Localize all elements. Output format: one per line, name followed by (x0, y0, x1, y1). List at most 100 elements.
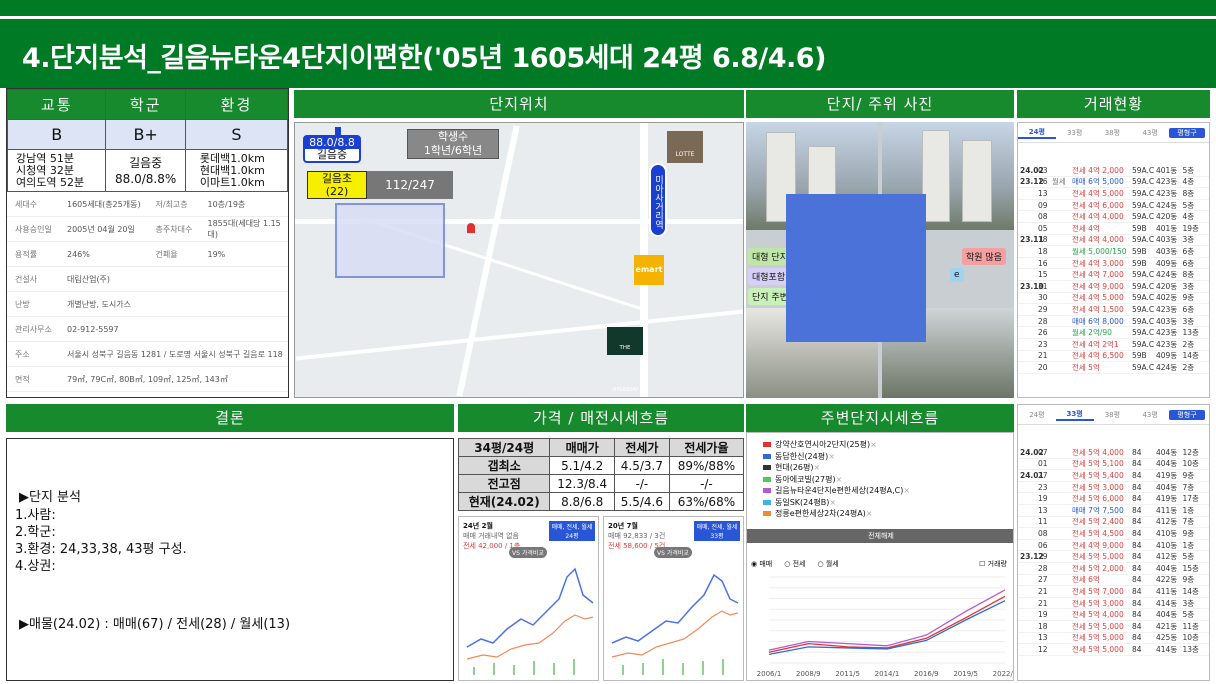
clear-all-button[interactable]: 전체해제 (747, 529, 1013, 543)
close-icon[interactable]: × (814, 463, 821, 472)
price-cell: 63%/68% (668, 492, 745, 511)
trade-tab[interactable]: 24평 (1018, 127, 1056, 139)
trade-tab[interactable]: 33평 (1055, 409, 1094, 421)
size-filter-button[interactable]: 평형구 (1169, 409, 1205, 420)
trade-tab[interactable]: 43평 (1131, 410, 1169, 420)
info-cell: 저/최고층 (155, 199, 188, 209)
trade-cell: 84 (1132, 459, 1142, 469)
trade-cell: 409동 (1156, 351, 1178, 361)
legend-item[interactable]: 동답한신(24평) × (747, 451, 1013, 463)
volume-toggle[interactable]: ☐ 거래량 (979, 559, 1007, 569)
trade-cell: 420동 (1156, 281, 1178, 291)
trade-cell: 423동 (1156, 177, 1178, 187)
close-icon[interactable]: × (870, 440, 877, 449)
trade-cell: 19 (1038, 494, 1048, 504)
trade-row: 11 전세 5억 2,400 84 412동 7층 (1018, 517, 1209, 529)
mini-chart-filter-button[interactable]: 매매, 전세, 월세 24평 (549, 521, 595, 541)
info-cell: 1605세대(총25개동) (67, 199, 141, 209)
x-tick-label: 2011/5 (835, 670, 860, 678)
trade-cell: 414동 (1156, 644, 1178, 654)
legend-item[interactable]: 동일SK(24평B) × (747, 497, 1013, 509)
trade-cell: 4층 (1182, 177, 1195, 187)
school-line: 길음중 (129, 155, 163, 170)
trade-cell: 전세 4억 7,000 (1072, 270, 1124, 280)
section-photos-header: 단지/ 주위 사진 (746, 90, 1014, 118)
trade-tab[interactable]: 38평 (1094, 410, 1132, 420)
info-cell: 건설사 (15, 274, 38, 284)
mini-chart-date: 24년 2월 (463, 522, 493, 530)
trade-cell: 03 (1038, 165, 1048, 175)
close-icon[interactable]: × (828, 452, 835, 461)
trade-cell: 84 (1132, 540, 1142, 550)
trade-cell: 84 (1132, 621, 1142, 631)
trade-cell: 15층 (1182, 563, 1199, 573)
trade-cell: 6층 (1182, 258, 1195, 268)
trade-cell: 5층 (1182, 610, 1195, 620)
filter-label: 매매, 전세, 월세 (696, 524, 738, 531)
trade-row: 18 전세 5억 5,000 84 421동 11층 (1018, 621, 1209, 633)
trade-cell: 3층 (1182, 281, 1195, 291)
trade-cell: 7층 (1182, 482, 1195, 492)
trade-cell: 59A.C (1132, 362, 1155, 372)
section-conclusion-header: 결론 (6, 404, 454, 432)
vs-compare-button[interactable]: VS 가격비교 (654, 547, 692, 558)
transport-line: 시청역 32분 (16, 163, 74, 177)
legend-item[interactable]: 강약산호연시아2단지(25평) × (747, 439, 1013, 451)
trade-cell: 7층 (1182, 517, 1195, 527)
info-cell: 난방 (15, 299, 30, 309)
trade-cell: 423동 (1156, 339, 1178, 349)
trade-tab[interactable]: 43평 (1131, 128, 1169, 138)
vs-compare-button[interactable]: VS 가격비교 (509, 547, 547, 558)
trade-cell: 409동 (1156, 258, 1178, 268)
legend-item[interactable]: 현대(26평) × (747, 462, 1013, 474)
trade-cell: 29 (1038, 304, 1048, 314)
legend-item[interactable]: 길음뉴타운4단지e편한세상(24평A,C) × (747, 485, 1013, 497)
price-chart-33[interactable]: 20년 7월 매매 92,833 / 3건 전세 58,600 / 5건 매매,… (603, 516, 744, 681)
environment-line: 현대백1.0km (199, 163, 265, 177)
trade-cell: 전세 5억 5,100 (1072, 459, 1124, 469)
info-cell: 면적 (15, 374, 30, 384)
filter-label: 매매, 전세, 월세 (551, 524, 593, 531)
trade-tab[interactable]: 33평 (1056, 128, 1094, 138)
trade-cell: 84 (1132, 644, 1142, 654)
trade-cell: 424동 (1156, 200, 1178, 210)
location-map[interactable]: 88.0/8.8 길음중 학생수 1학년/6학년 길음초 (22) 112/24… (294, 122, 744, 398)
close-icon[interactable]: × (829, 498, 836, 507)
trade-row: 24.02 03 전세 4억 2,000 59A.C 401동 5층 (1018, 165, 1209, 177)
radio-monthly[interactable]: ○ 월세 (817, 559, 838, 569)
price-cell: 5.5/4.6 (613, 492, 670, 511)
legend-item[interactable]: 동아에코빌(27평) × (747, 474, 1013, 486)
size-filter-button[interactable]: 평형구 (1169, 127, 1205, 138)
legend-item[interactable]: 정릉e편한세상2차(24평A) × (747, 508, 1013, 520)
trade-tab[interactable]: 38평 (1094, 128, 1132, 138)
close-icon[interactable]: × (866, 509, 873, 518)
analysis-item: 1.사람: (15, 508, 56, 523)
trade-cell: 8층 (1182, 188, 1195, 198)
trade-cell: 전세 4억 5,000 (1072, 293, 1124, 303)
trade-cell: 403동 (1156, 316, 1178, 326)
mini-chart-filter-button[interactable]: 매매, 전세, 월세 33평 (694, 521, 740, 541)
trade-cell: 18 (1038, 235, 1048, 245)
price-cell: 89%/88% (668, 456, 745, 475)
grade-header-transport: 교통 (7, 89, 107, 120)
price-chart-24[interactable]: 24년 2월 매매 거래내역 없음 전세 42,000 / 1층 매매, 전세,… (458, 516, 599, 681)
trade-cell: 84 (1132, 633, 1142, 643)
trade-row: 13 매매 7억 7,500 84 411동 1층 (1018, 505, 1209, 517)
close-icon[interactable]: × (903, 486, 910, 495)
trade-cell: 403동 (1156, 246, 1178, 256)
complex-info: 세대수 1605세대(총25개동) 저/최고층 10층/19층 사용승인일 2005년 0… (7, 192, 288, 392)
trade-cell: 전세 5억 3,000 (1072, 598, 1124, 608)
radio-jeonse[interactable]: ○ 전세 (784, 559, 805, 569)
close-icon[interactable]: × (836, 475, 843, 484)
trade-list-24[interactable]: 24평 33평 38평 43평 평형구 24.02 03 전세 4억 2,000 59A.C 40… (1017, 122, 1210, 398)
trade-list-33[interactable]: 24평 33평 38평 43평 평형구 24.02 07 전세 5억 4,000 84 404동 1… (1017, 404, 1210, 681)
trade-cell: 419동 (1156, 470, 1178, 480)
surrounding-price-chart[interactable]: 강약산호연시아2단지(25평) × 동답한신(24평) × 현대(26평) × 동아에… (746, 432, 1014, 681)
trade-cell: 16 (1038, 177, 1048, 187)
trade-tab[interactable]: 24평 (1018, 410, 1056, 420)
grade-transport: B (7, 119, 107, 150)
volume-label: 거래량 (987, 560, 1007, 568)
radio-sale[interactable]: ◉ 매매 (751, 559, 772, 569)
trade-row: 15 전세 4억 7,000 59A.C 424동 8층 (1018, 269, 1209, 281)
trade-cell: 84 (1132, 598, 1142, 608)
